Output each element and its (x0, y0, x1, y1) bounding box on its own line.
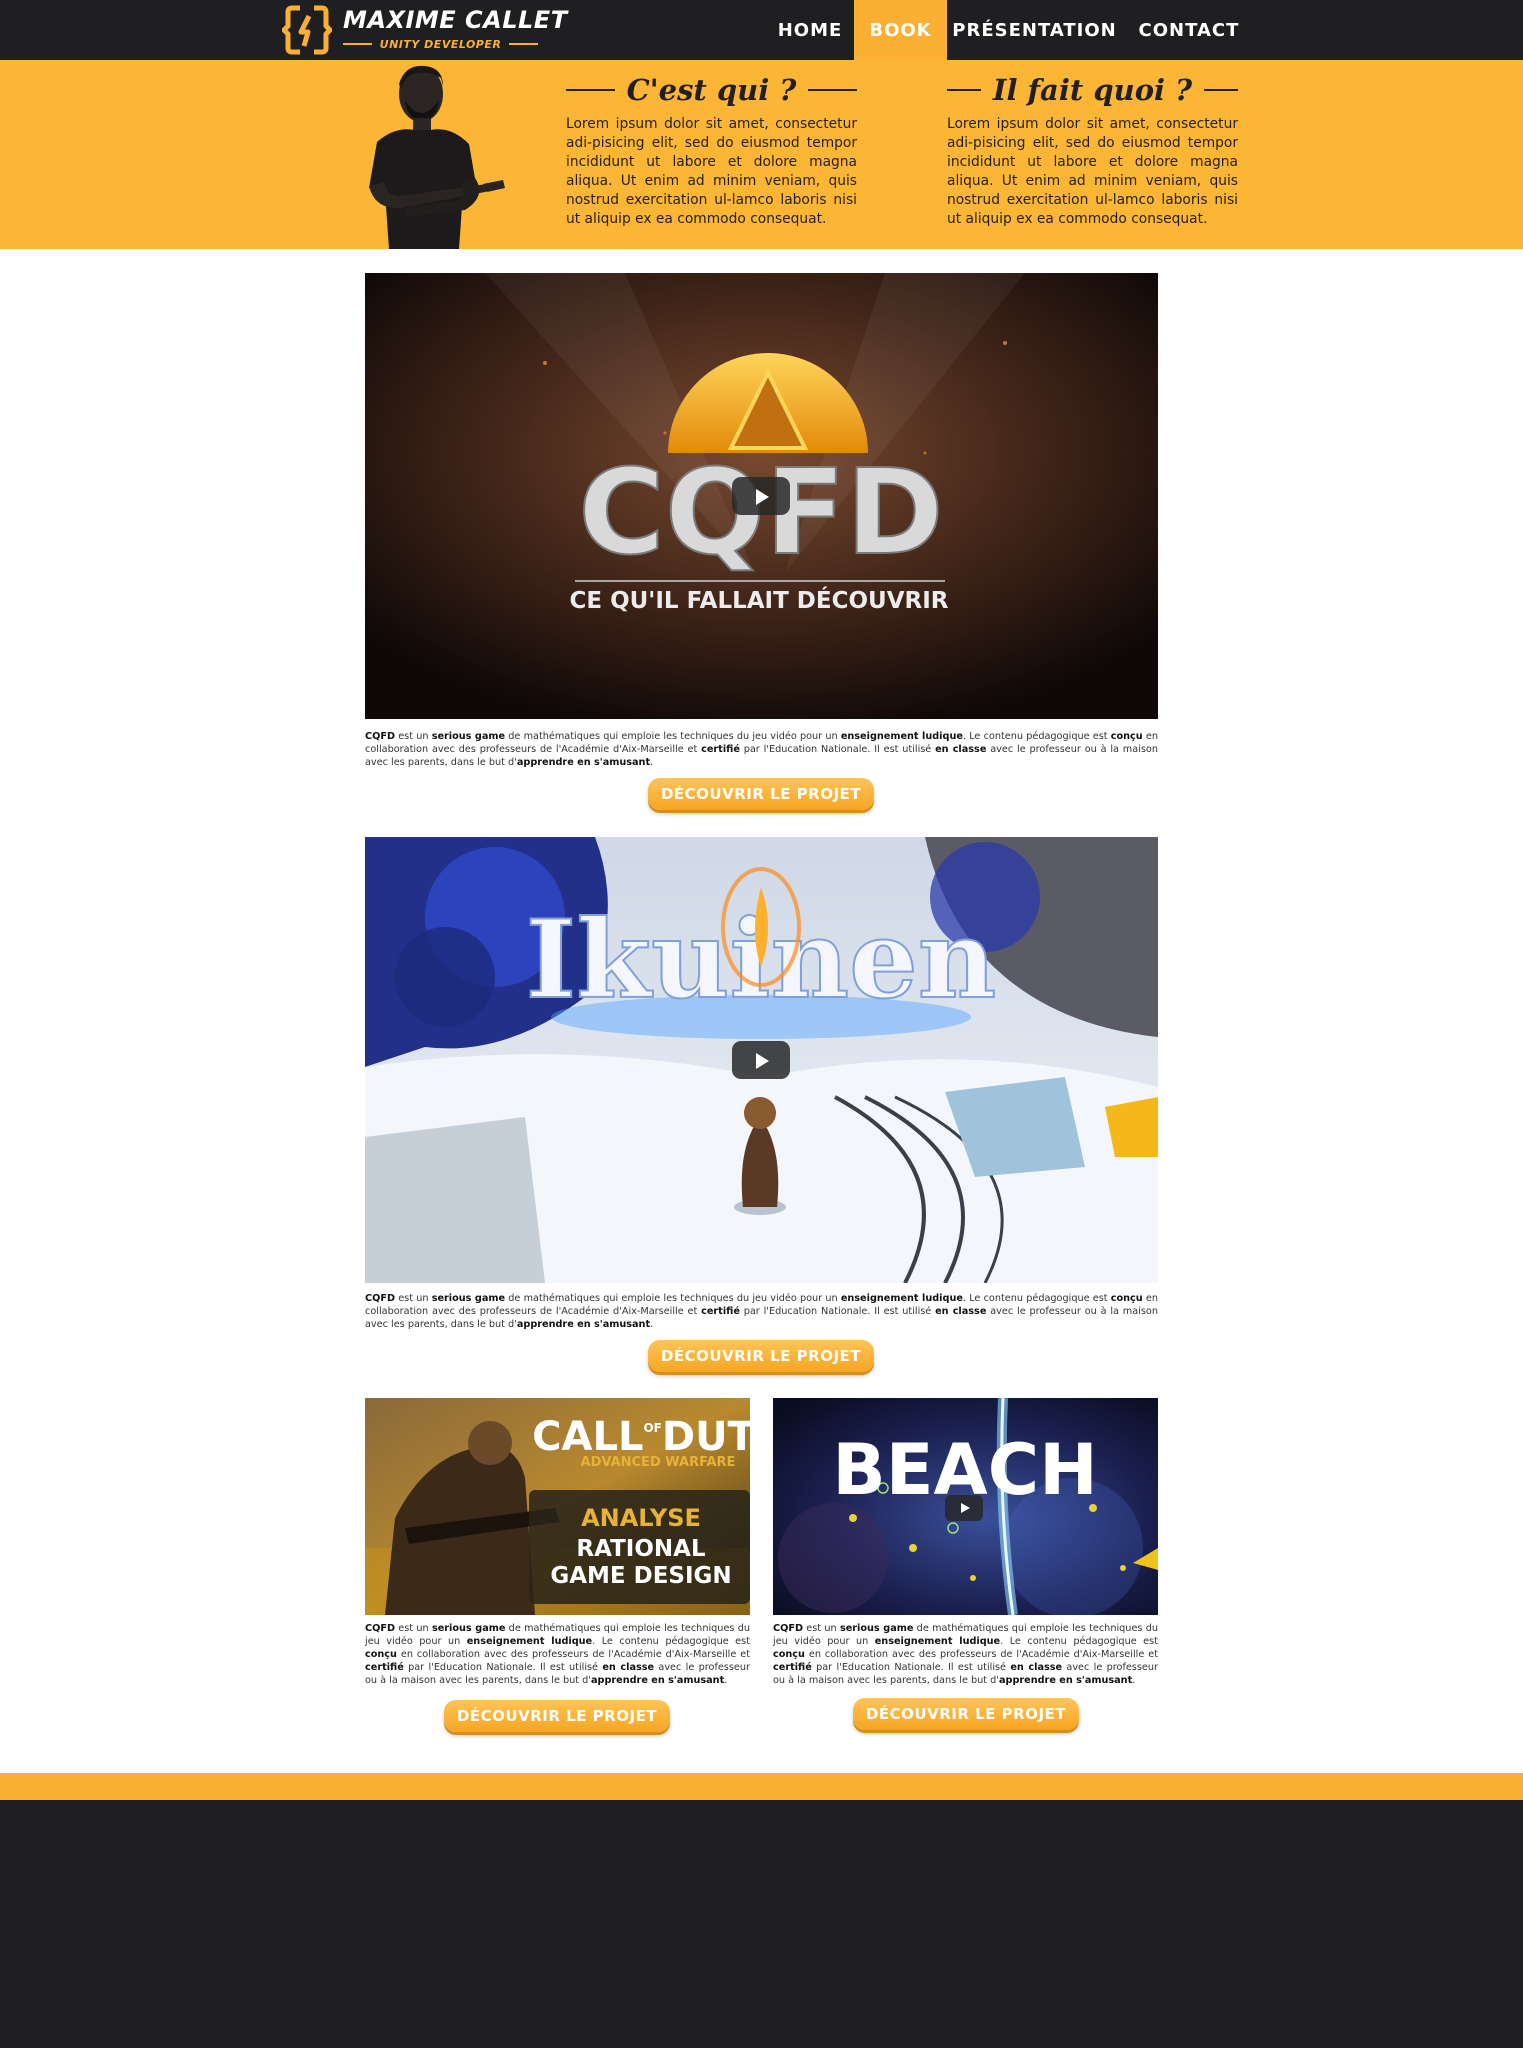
project-description-call-of-duty: CQFD est un serious game de mathématique… (365, 1622, 750, 1687)
divider (808, 89, 858, 91)
footer-accent-strip (0, 1773, 1523, 1800)
project-description-beach: CQFD est un serious game de mathématique… (773, 1622, 1158, 1687)
description-fragment: en collaboration avec des professeurs de… (396, 1649, 750, 1660)
description-fragment: par l'Education Nationale. Il est utilis… (739, 744, 936, 755)
divider (566, 89, 615, 91)
analyse-badge-line3: GAME DESIGN (550, 1563, 731, 1589)
description-fragment: . (650, 1319, 654, 1330)
description-fragment: en classe (935, 1306, 987, 1317)
logo-mark-icon[interactable] (282, 4, 332, 56)
hero-column-who: C'est qui ? Lorem ipsum dolor sit amet, … (566, 70, 858, 229)
project-description-ikuinen: CQFD est un serious game de mathématique… (365, 1292, 1158, 1331)
description-fragment: est un (395, 731, 432, 742)
description-fragment: apprendre en s'amusant (516, 757, 651, 768)
hero-text-who: Lorem ipsum dolor sit amet, consectetur … (566, 116, 857, 227)
description-fragment: serious game (839, 1623, 914, 1634)
description-fragment: serious game (431, 731, 506, 742)
brand-name[interactable]: MAXIME CALLET (343, 6, 568, 34)
divider (509, 43, 538, 45)
top-navbar: MAXIME CALLET UNITY DEVELOPER HOME BOOK … (0, 0, 1523, 60)
description-fragment: en classe (602, 1662, 655, 1673)
description-fragment: par l'Education Nationale. Il est utilis… (403, 1662, 603, 1673)
description-fragment: . Le contenu pédagogique est (962, 731, 1111, 742)
description-fragment: . (650, 757, 654, 768)
description-fragment: en classe (935, 744, 987, 755)
hero-section: C'est qui ? Lorem ipsum dolor sit amet, … (0, 60, 1523, 249)
description-fragment: CQFD (773, 1623, 804, 1634)
description-fragment: en collaboration avec des professeurs de… (804, 1649, 1158, 1660)
description-fragment: de mathématiques qui emploie les techniq… (505, 1293, 841, 1304)
description-fragment: enseignement ludique (466, 1636, 593, 1647)
call-of-duty-title: CALLOFDUTY (532, 1414, 750, 1460)
call-of-duty-subtitle: ADVANCED WARFARE (581, 1455, 736, 1470)
video-thumbnail-ikuinen[interactable]: Ikuinen (365, 837, 1158, 1283)
hero-text-what: Lorem ipsum dolor sit amet, consectetur … (947, 116, 1238, 227)
play-icon[interactable] (945, 1495, 983, 1521)
description-fragment: . Le contenu pédagogique est (962, 1293, 1111, 1304)
image-thumbnail-call-of-duty[interactable]: CALLOFDUTY ADVANCED WARFARE ANALYSE RATI… (365, 1398, 750, 1615)
description-fragment: CQFD (365, 731, 396, 742)
project-description-cqfd: CQFD est un serious game de mathématique… (365, 730, 1158, 769)
hero-column-what: Il fait quoi ? Lorem ipsum dolor sit ame… (947, 70, 1239, 229)
description-fragment: serious game (431, 1293, 506, 1304)
nav-home[interactable]: HOME (766, 0, 854, 60)
description-fragment: de mathématiques qui emploie les techniq… (505, 731, 841, 742)
discover-project-button-cqfd[interactable]: DÉCOUVRIR LE PROJET (648, 778, 874, 810)
description-fragment: conçu (1110, 731, 1143, 742)
video-thumbnail-cqfd[interactable]: CQFD CE QU'IL FALLAIT DÉCOUVRIR (365, 273, 1158, 719)
hero-title-what: Il fait quoi ? (992, 73, 1193, 107)
description-fragment: certifié (773, 1662, 812, 1673)
description-fragment: est un (395, 1623, 432, 1634)
video-thumbnail-beach[interactable]: BEACH (773, 1398, 1158, 1615)
description-fragment: est un (395, 1293, 432, 1304)
footer (0, 1800, 1523, 2048)
description-fragment: . (724, 1675, 728, 1686)
hero-title-who: C'est qui ? (626, 73, 797, 107)
description-fragment: est un (803, 1623, 840, 1634)
nav-presentation[interactable]: PRÉSENTATION (947, 0, 1122, 60)
brand-subtitle-text: UNITY DEVELOPER (379, 37, 502, 51)
description-fragment: certifié (365, 1662, 404, 1673)
description-fragment: CQFD (365, 1623, 396, 1634)
description-fragment: certifié (701, 1306, 740, 1317)
call-of-duty-artwork: CALLOFDUTY ADVANCED WARFARE ANALYSE RATI… (365, 1398, 750, 1615)
description-fragment: certifié (701, 744, 740, 755)
analyse-badge-line2: RATIONAL (576, 1536, 706, 1562)
description-fragment: . (1132, 1675, 1136, 1686)
description-fragment: par l'Education Nationale. Il est utilis… (811, 1662, 1011, 1673)
description-fragment: CQFD (365, 1293, 396, 1304)
description-fragment: enseignement ludique (874, 1636, 1001, 1647)
description-fragment: serious game (431, 1623, 506, 1634)
nav-book[interactable]: BOOK (854, 0, 947, 60)
discover-project-button-beach[interactable]: DÉCOUVRIR LE PROJET (853, 1698, 1079, 1730)
cqfd-tagline: CE QU'IL FALLAIT DÉCOUVRIR (569, 586, 948, 614)
play-icon[interactable] (732, 477, 790, 515)
divider (343, 43, 372, 45)
nav-contact[interactable]: CONTACT (1130, 0, 1248, 60)
description-fragment: apprendre en s'amusant (516, 1319, 651, 1330)
hero-title-what-row: Il fait quoi ? (947, 70, 1239, 110)
description-fragment: . Le contenu pédagogique est (592, 1636, 750, 1647)
discover-project-button-call-of-duty[interactable]: DÉCOUVRIR LE PROJET (444, 1700, 670, 1732)
description-fragment: par l'Education Nationale. Il est utilis… (739, 1306, 936, 1317)
description-fragment: conçu (1110, 1293, 1143, 1304)
description-fragment: conçu (773, 1649, 805, 1660)
divider (1204, 89, 1239, 91)
hero-title-who-row: C'est qui ? (566, 70, 858, 110)
description-fragment: apprendre en s'amusant (998, 1675, 1133, 1686)
description-fragment: enseignement ludique (840, 731, 963, 742)
description-fragment: conçu (365, 1649, 397, 1660)
description-fragment: en classe (1010, 1662, 1063, 1673)
description-fragment: . Le contenu pédagogique est (1000, 1636, 1158, 1647)
analyse-badge-line1: ANALYSE (581, 1504, 701, 1532)
discover-project-button-ikuinen[interactable]: DÉCOUVRIR LE PROJET (648, 1340, 874, 1372)
brand-subtitle: UNITY DEVELOPER (343, 36, 538, 52)
description-fragment: apprendre en s'amusant (590, 1675, 725, 1686)
avatar-illustration (369, 65, 505, 249)
description-fragment: enseignement ludique (840, 1293, 963, 1304)
divider (947, 89, 981, 91)
play-icon[interactable] (732, 1041, 790, 1079)
